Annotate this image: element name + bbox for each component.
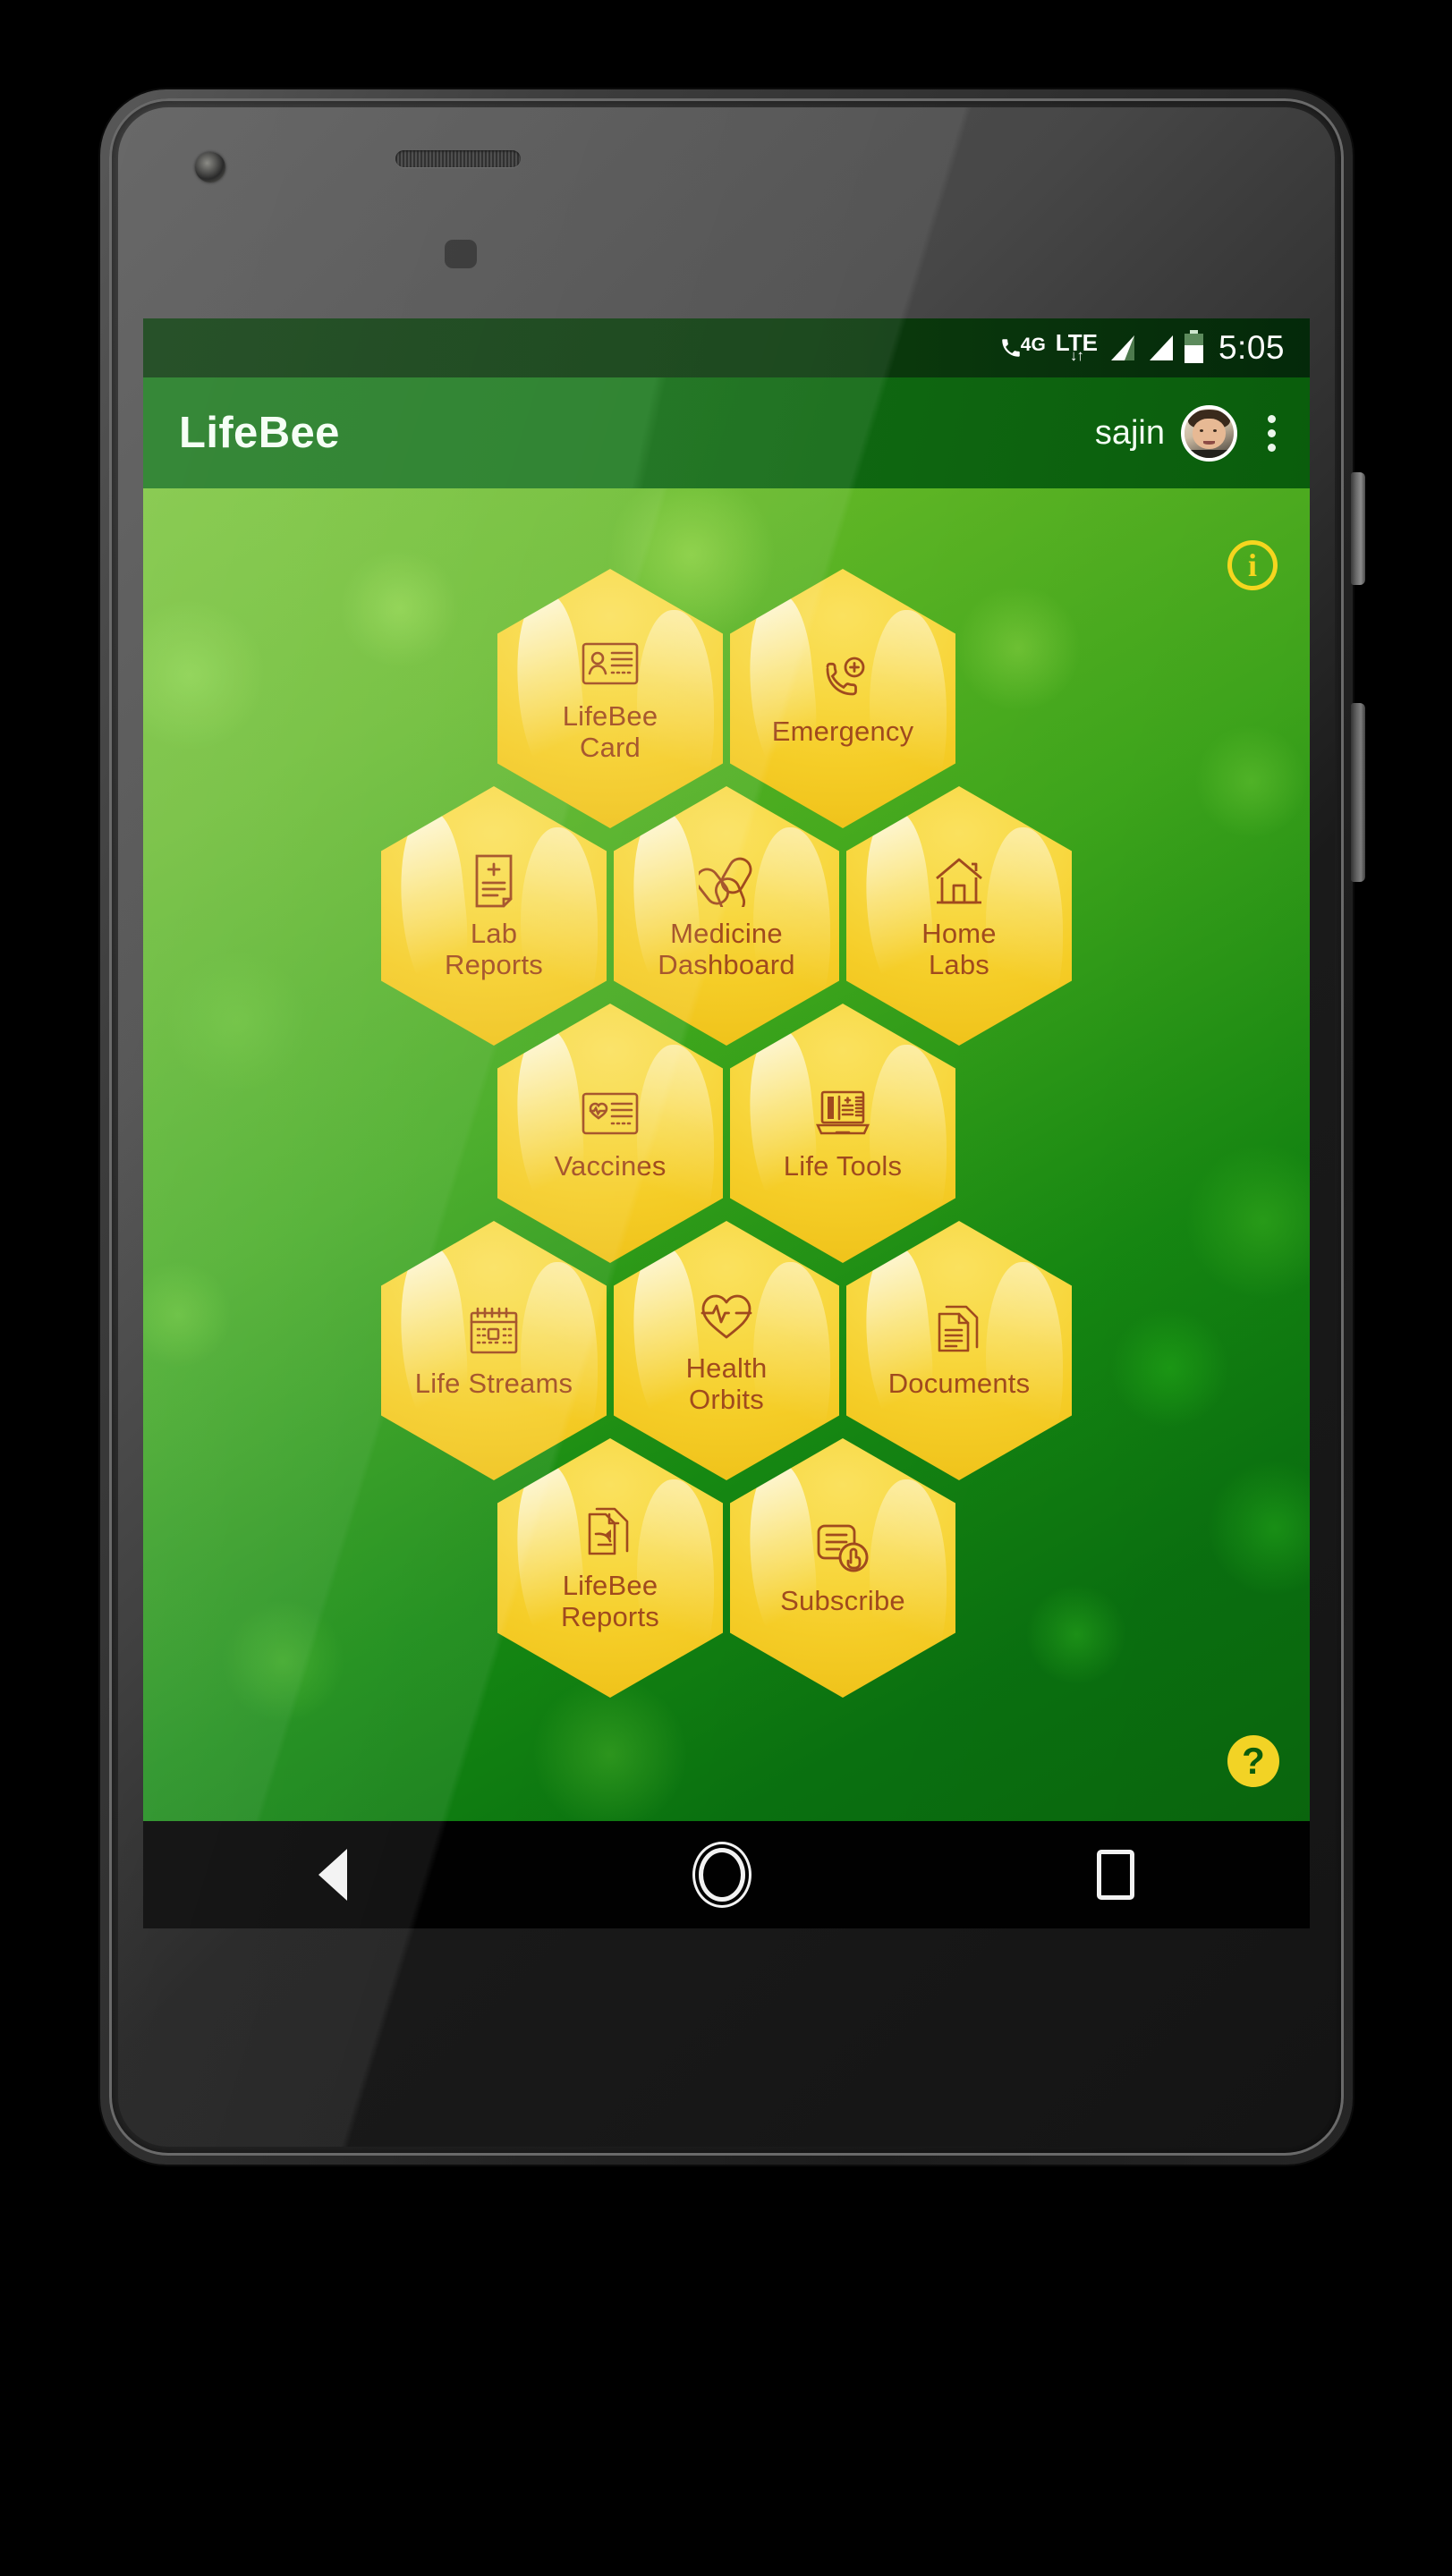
recents-icon[interactable] [1096,1850,1134,1900]
tile-label: Life Streams [414,1368,573,1400]
page-title: LifeBee [179,409,340,457]
network-label: 4G [1020,335,1046,355]
tile-label: Subscribe [780,1585,905,1617]
front-camera-icon [195,152,225,182]
phone-screen: 4G LTE ↓↑ 5:05 LifeBee sajin i ? LifeBee… [143,318,1310,1928]
avatar[interactable] [1181,404,1237,462]
tile-label: Lab Reports [445,917,543,980]
tile-label: Emergency [771,716,914,748]
tile-subscribe[interactable]: Subscribe [730,1438,955,1698]
honeycomb-grid: LifeBee Card Emergency Lab Reports Medic… [143,569,1310,1698]
calendar-icon [468,1301,520,1360]
user-name-label[interactable]: sajin [1095,414,1165,453]
back-icon[interactable] [318,1849,348,1901]
tile-label: LifeBee Card [562,699,658,763]
home-content: i ? LifeBee Card Emergency Lab Reports M… [143,488,1310,1821]
tile-lifebee-reports[interactable]: LifeBee Reports [497,1438,723,1698]
signal-bars-icon-1 [1108,335,1136,361]
info-icon[interactable]: i [1227,540,1278,590]
home-icon[interactable] [698,1848,745,1902]
tile-label: LifeBee Reports [561,1569,659,1632]
phone-4g-icon: 4G [999,335,1046,360]
documents-icon [936,1301,982,1360]
tile-label: Medicine Dashboard [658,917,795,980]
volume-button[interactable] [1351,703,1365,882]
android-navigation-bar [143,1821,1310,1928]
share-document-icon [586,1504,634,1563]
lte-icon: LTE ↓↑ [1056,331,1098,363]
tile-label: Health Orbits [685,1352,768,1415]
subscribe-tap-icon [815,1519,870,1578]
emergency-call-icon [816,649,870,708]
overflow-menu-icon[interactable] [1253,408,1286,459]
status-bar: 4G LTE ↓↑ 5:05 [143,318,1310,377]
help-icon[interactable]: ? [1227,1735,1279,1787]
heart-card-icon [582,1084,639,1143]
laptop-chart-icon [815,1084,870,1143]
app-bar: LifeBee sajin [143,377,1310,488]
phone-front-face: 4G LTE ↓↑ 5:05 LifeBee sajin i ? LifeBee… [118,107,1335,2147]
phone-device-frame: 4G LTE ↓↑ 5:05 LifeBee sajin i ? LifeBee… [100,89,1365,2165]
house-icon [934,852,984,911]
tile-label: Documents [887,1368,1031,1400]
power-button[interactable] [1351,472,1365,585]
tile-label: Home Labs [921,917,997,980]
heart-pulse-icon [699,1286,754,1345]
pills-icon [699,852,754,911]
tile-label: Vaccines [554,1150,667,1182]
battery-icon [1184,329,1203,363]
id-card-icon [582,634,639,693]
tile-label: Life Tools [783,1150,903,1182]
lab-report-icon [471,852,516,911]
signal-bars-icon-2 [1146,335,1175,361]
earpiece-speaker-icon [395,150,521,167]
status-bar-clock: 5:05 [1218,329,1285,366]
proximity-sensor-icon [445,240,477,268]
